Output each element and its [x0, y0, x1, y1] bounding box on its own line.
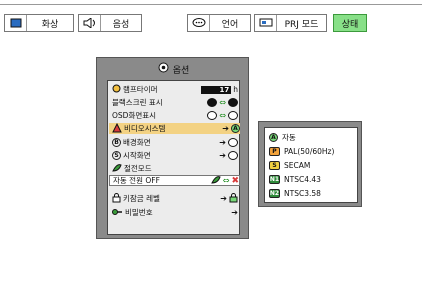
toggle-arrows-icon: ⇔ — [219, 111, 226, 120]
power-off-icon: ✖ — [231, 175, 239, 186]
startup-icon: S — [112, 151, 121, 160]
submenu-arrow-icon: ➔ — [219, 151, 226, 160]
options-menu: 옵션 램프타이머 17 h 블랙스크린 표시 ⇔ OSD화면표시 ⇔ 비디오시스… — [96, 57, 249, 239]
toggle-arrows-icon: ⇔ — [219, 98, 226, 107]
submenu-arrow-icon: ➔ — [231, 208, 238, 217]
row-power-save[interactable]: 절전모드 — [112, 163, 238, 174]
lock-icon — [112, 192, 121, 205]
background-icon: B — [112, 138, 121, 147]
submenu-arrow-icon: ➔ — [220, 194, 227, 203]
options-list: 램프타이머 17 h 블랙스크린 표시 ⇔ OSD화면표시 ⇔ 비디오시스템 ➔… — [107, 80, 240, 235]
screen-icon — [228, 138, 238, 147]
row-startup-screen[interactable]: S 시작화면 ➔ — [112, 150, 238, 161]
tab-audio[interactable]: 음성 — [78, 14, 142, 32]
speech-bubble-icon — [188, 15, 210, 31]
leaf-icon — [210, 175, 221, 186]
row-lamp-timer[interactable]: 램프타이머 17 h — [112, 84, 238, 95]
row-osd-display[interactable]: OSD화면표시 ⇔ — [112, 110, 238, 121]
option-pal[interactable]: P PAL(50/60Hz) — [269, 145, 334, 157]
top-divider — [0, 4, 422, 5]
auto-icon: A — [269, 132, 278, 142]
video-system-list: A 자동 P PAL(50/60Hz) S SECAM N1 NTSC4.43 … — [264, 127, 358, 203]
submenu-arrow-icon: ➔ — [219, 138, 226, 147]
option-auto[interactable]: A 자동 — [269, 131, 296, 143]
leaf-icon — [112, 163, 122, 174]
tab-status[interactable]: 상태 — [333, 14, 367, 32]
row-background[interactable]: B 배경화면 ➔ — [112, 137, 238, 148]
speaker-icon — [79, 15, 101, 31]
tab-language[interactable]: 언어 — [187, 14, 251, 32]
video-system-icon — [112, 122, 122, 135]
row-auto-power-off[interactable]: 자동 전원 OFF ⇔ ✖ — [109, 175, 240, 186]
projector-icon — [255, 15, 277, 31]
screen-icon — [228, 151, 238, 160]
ntsc358-badge-icon: N2 — [269, 188, 280, 198]
row-video-system[interactable]: 비디오시스템 ➔ A — [109, 122, 240, 135]
menu-title: 옵션 — [97, 61, 250, 77]
osd-on-icon — [207, 111, 218, 120]
options-gear-icon — [158, 62, 169, 76]
submenu-arrow-icon: ➔ — [222, 124, 229, 133]
ntsc443-badge-icon: N1 — [269, 174, 280, 184]
tab-picture[interactable]: 화상 — [4, 14, 74, 32]
option-secam[interactable]: S SECAM — [269, 159, 310, 171]
key-icon — [112, 208, 123, 218]
auto-icon: A — [231, 124, 240, 133]
secam-badge-icon: S — [269, 160, 280, 170]
lamp-timer-icon — [112, 84, 121, 95]
toggle-arrows-icon: ⇔ — [222, 176, 230, 185]
row-key-lock-level[interactable]: 키잠금 레벨 ➔ — [112, 192, 238, 205]
osd-off-icon — [228, 111, 238, 120]
pal-badge-icon: P — [269, 146, 280, 156]
picture-icon — [5, 15, 27, 31]
lamp-timer-value: 17 — [201, 85, 232, 94]
option-ntsc358[interactable]: N2 NTSC3.58 — [269, 187, 321, 199]
lock-level-icon — [229, 192, 238, 205]
blackscreen-off-icon — [228, 98, 238, 107]
tab-prj-mode[interactable]: PRJ 모드 — [254, 14, 327, 32]
row-password[interactable]: 비밀번호 ➔ — [112, 207, 238, 218]
video-system-submenu: A 자동 P PAL(50/60Hz) S SECAM N1 NTSC4.43 … — [258, 121, 362, 207]
row-blackscreen[interactable]: 블랙스크린 표시 ⇔ — [112, 97, 238, 108]
option-ntsc443[interactable]: N1 NTSC4.43 — [269, 173, 321, 185]
blackscreen-icon — [207, 98, 218, 107]
